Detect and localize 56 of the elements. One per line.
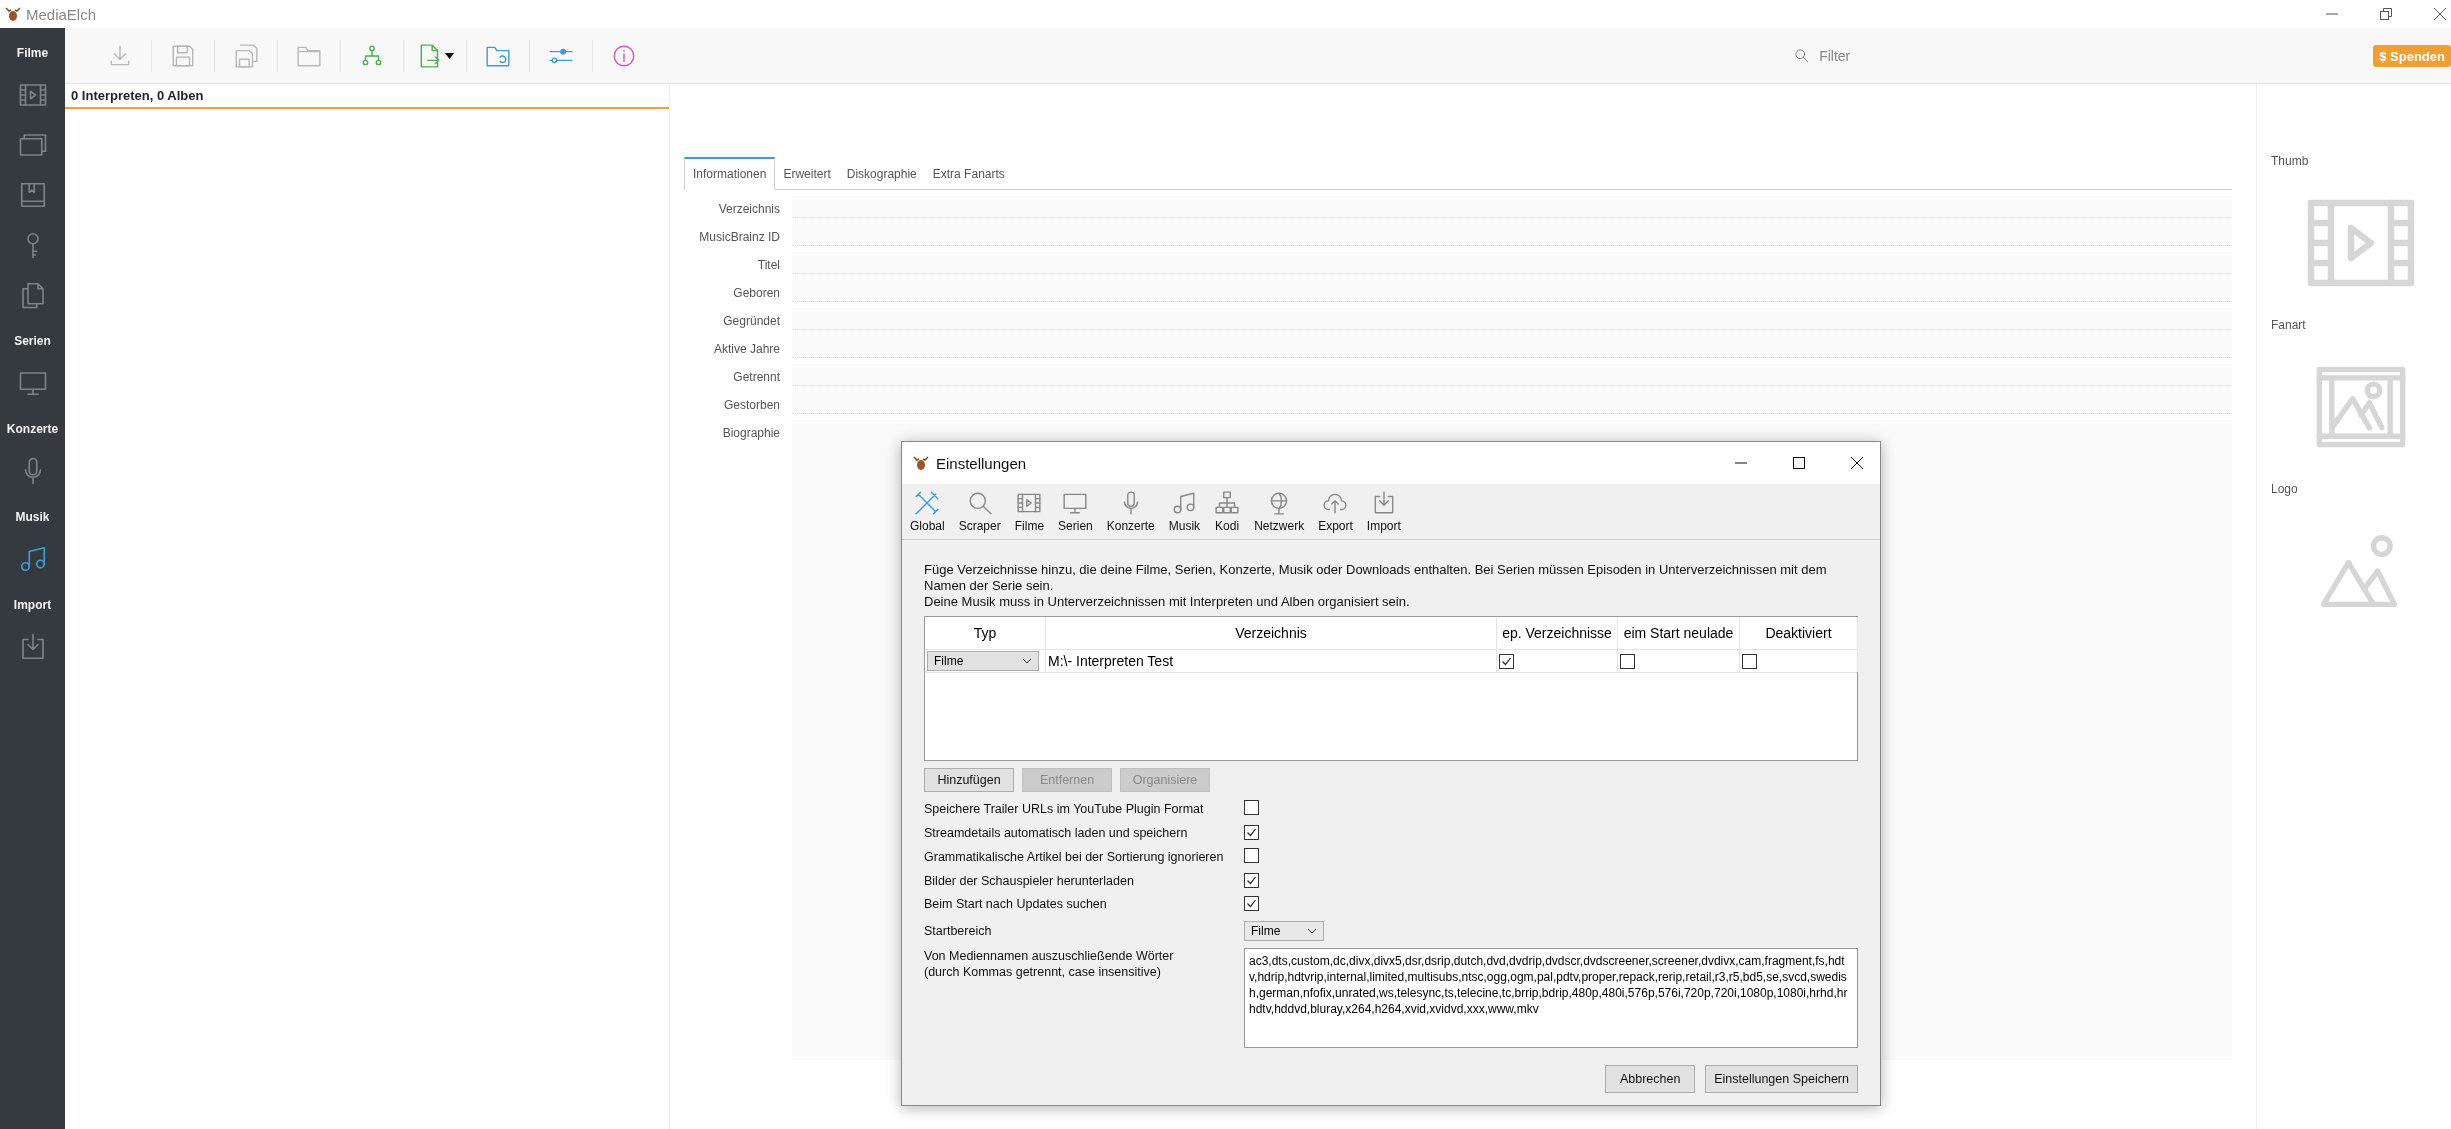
excluded-words-field[interactable]: ac3,dts,custom,dc,divx,divx5,dsr,dsrip,dutch,dvd,dvdrip,dvdscr,dvdscreener,screener,dvdivx,cam,fragment,fs,hdtv,hdrip,hdtvrip,internal,limited,multisubs,ntsc,ogg,ogm,pal,pdtv,proper,repack,rerip,retail,r3,r5,bd5,se,svcd,swedish,german,nfofix,unrated,ws,telesync,ts,telecine,tc,brrip,bdrip,480p,480i,576p,576i,720p,720i,1080p,1080i,hrhd,hrhdtv,hddvd,bluray,x264,h264,xvid,xvidvd,xxx,www,mkv [1244, 948, 1858, 1048]
field-label: Gestorben [722, 397, 780, 412]
settings-section-tab[interactable]: Import [1366, 490, 1401, 533]
dialog-button[interactable]: Abbrechen [1605, 1065, 1696, 1093]
option-label: Von Mediennamen auszuschließende Wörter (durch Kommas getrennt, case insensitive) [924, 948, 1174, 980]
settings-section-tab[interactable]: Export [1318, 490, 1353, 533]
table-cell: M:\- Interpreten Test [1046, 650, 1497, 672]
sidebar-section-label: Konzerte [6, 422, 59, 436]
start-area-dropdown[interactable]: Filme [1244, 921, 1324, 941]
sidebar-section-label: Serien [14, 334, 51, 348]
tab[interactable]: Erweitert [775, 159, 839, 189]
tab[interactable]: Diskographie [838, 159, 925, 189]
settings-section-tab[interactable]: Scraper [958, 490, 1001, 533]
field-label: Verzeichnis [717, 201, 780, 216]
option-label: Bilder der Schauspieler herunterladen [924, 874, 1135, 888]
column-header: Deaktiviert [1740, 617, 1858, 650]
settings-section-tab[interactable]: Serien [1058, 490, 1093, 533]
window-title: MediaElch [26, 5, 97, 23]
settings-section-tab[interactable]: Netzwerk [1254, 490, 1305, 533]
description-text: Füge Verzeichnisse hinzu, die deine Filme, Serien, Konzerte, Musik oder Downloads enthalten. Bei Serien müssen Episoden in Unterverzeichnissen mit dem Namen der Serie sein. [924, 562, 1828, 594]
column-header: ep. Verzeichnisse [1497, 617, 1618, 650]
option-label: Speichere Trailer URLs im YouTube Plugin Format [924, 802, 1205, 816]
sidebar-section-label: Musik [15, 510, 50, 524]
list-header: 0 Interpreten, 0 Alben [65, 84, 669, 109]
field-label: Aktive Jahre [712, 341, 780, 356]
description-text: Deine Musik muss in Unterverzeichnissen mit Interpreten und Alben organisiert sein. [924, 594, 1411, 610]
sidebar-section-label: Import [13, 598, 52, 612]
option-label: Grammatikalische Artikel bei der Sortierung ignorieren [924, 850, 1225, 864]
type-dropdown[interactable]: Filme [927, 651, 1039, 671]
field-label: MusicBrainz ID [698, 229, 780, 244]
image-label: Logo [2271, 482, 2299, 496]
table-action-button[interactable]: Hinzufügen [924, 768, 1014, 792]
option-label: Beim Start nach Updates suchen [924, 897, 1108, 911]
settings-section-tab[interactable]: Kodi [1214, 490, 1241, 533]
field-label: Getrennt [732, 369, 780, 384]
option-label: Streamdetails automatisch laden und speichern [924, 826, 1189, 840]
settings-section-tab[interactable]: Konzerte [1106, 490, 1155, 533]
dialog-title: Einstellungen [936, 454, 1027, 472]
column-header: Verzeichnis [1046, 617, 1497, 650]
option-label: Startbereich [924, 924, 993, 938]
column-header: eim Start neulade [1618, 617, 1740, 650]
image-label: Thumb [2271, 154, 2310, 168]
dialog-button[interactable]: Einstellungen Speichern [1705, 1065, 1858, 1093]
settings-section-tab[interactable]: Filme [1014, 490, 1045, 533]
field-label: Titel [756, 257, 780, 272]
field-label: Biographie [721, 425, 780, 440]
settings-section-tab[interactable]: Global [910, 490, 945, 533]
sidebar-section-label: Filme [16, 46, 49, 60]
tab[interactable]: Extra Fanarts [924, 159, 1013, 189]
field-label: Geboren [732, 285, 780, 300]
settings-section-tab[interactable]: Musik [1168, 490, 1201, 533]
image-label: Fanart [2271, 318, 2307, 332]
field-label: Gegründet [722, 313, 780, 328]
column-header: Typ [925, 617, 1046, 650]
tab[interactable]: Informationen [684, 157, 776, 190]
filter-field[interactable]: Filter [1817, 46, 2062, 65]
